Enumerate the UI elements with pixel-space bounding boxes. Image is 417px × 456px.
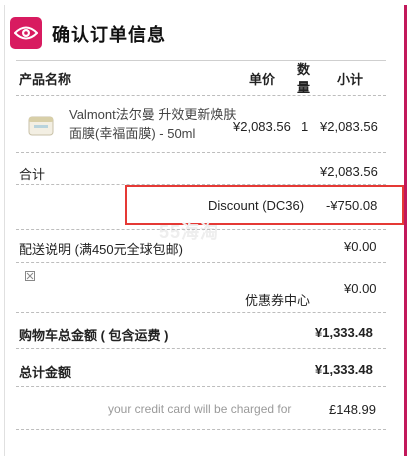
divider [16,152,386,153]
divider [16,386,386,387]
shipping-label: 配送说明 (满450元全球包邮) [19,242,183,257]
header: 确认订单信息 [5,5,404,55]
subtotal-value: ¥2,083.56 [320,164,378,179]
page-title: 确认订单信息 [52,25,166,45]
divider [16,229,386,230]
column-header-qty-line1: 数 [297,62,311,77]
grand-total-value: ¥1,333.48 [315,362,373,377]
divider [16,95,386,96]
order-summary-panel: 确认订单信息 产品名称 单价 数 量 小计 Valmont法尔曼 升效更新焕肤面… [4,5,407,456]
column-header-price: 单价 [249,72,276,87]
product-thumbnail [27,113,55,137]
cart-total-label: 购物车总金额 ( 包含运费 ) [19,328,169,343]
divider [16,262,386,263]
product-qty: 1 [301,119,309,134]
product-subtotal: ¥2,083.56 [320,119,378,134]
shipping-value: ¥0.00 [344,239,377,254]
subtotal-label: 合计 [19,167,46,182]
coupon-value: ¥0.00 [344,281,377,296]
column-header-subtotal: 小计 [337,72,364,87]
product-price: ¥2,083.56 [233,119,291,134]
divider [16,60,386,61]
cart-total-value: ¥1,333.48 [315,325,373,340]
column-header-qty-line2: 量 [297,80,311,95]
broken-image-icon [25,271,35,281]
charge-value: £148.99 [329,402,376,417]
divider [16,312,386,313]
column-header-name: 产品名称 [19,72,72,87]
charge-label: your credit card will be charged for [108,402,292,416]
product-name[interactable]: Valmont法尔曼 升效更新焕肤面膜(幸福面膜) - 50ml [69,105,237,143]
divider [16,348,386,349]
grand-total-label: 总计金额 [19,365,72,380]
divider [16,429,386,430]
coupon-center-link[interactable]: 优惠券中心 [245,290,310,309]
eye-icon [10,17,42,49]
